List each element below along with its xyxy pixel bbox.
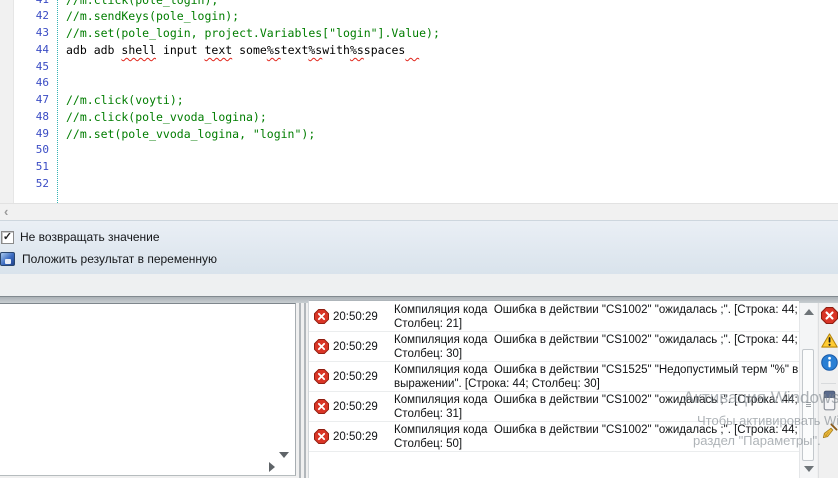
scroll-right-icon[interactable] [269,462,275,472]
code-text: //m.set(pole_login, project.Variables["l… [66,25,440,42]
code-line[interactable]: 52 [0,176,838,193]
error-log-list: 20:50:29 Компиляция кода Ошибка в действ… [308,300,799,478]
log-row[interactable]: 20:50:29 Компиляция кода Ошибка в действ… [309,422,799,452]
scroll-down-icon[interactable] [279,452,289,458]
code-editor[interactable]: 41 //m.click(pole_login); 42 //m.sendKeys(… [0,0,838,203]
code-line[interactable]: 48 //m.click(pole_vvoda_logina); [0,109,838,126]
line-number: 52 [13,176,53,193]
error-filter-icon[interactable] [821,307,838,324]
code-line[interactable]: 44 adb adb shell input text some%stext%sw… [0,42,838,59]
app-window: 41 //m.click(pole_login); 42 //m.sendKeys(… [0,0,838,478]
log-message: Компиляция кода Ошибка в действии "CS100… [394,334,794,361]
error-stop-icon [314,309,329,324]
line-number: 47 [13,92,53,109]
code-text: //m.click(voyti); [66,92,184,109]
vertical-splitter[interactable] [304,303,306,478]
log-time: 20:50:29 [333,401,378,413]
scroll-down-icon[interactable] [804,466,814,472]
editor-horizontal-scrollbar[interactable]: ‹ [0,203,838,220]
scroll-up-icon[interactable] [804,309,814,315]
log-time: 20:50:29 [333,341,378,353]
code-line[interactable]: 42 //m.sendKeys(pole_login); [0,8,838,25]
line-number: 48 [13,109,53,126]
bottom-left-content-panel[interactable] [0,303,296,476]
code-text: //m.sendKeys(pole_login); [66,8,239,25]
log-time: 20:50:29 [333,371,378,383]
clear-broom-icon[interactable] [821,421,838,442]
line-number: 45 [13,59,53,76]
warning-filter-icon[interactable] [821,332,838,349]
line-number: 44 [13,42,53,59]
option-no-return-value[interactable]: ✓ Не возвращать значение [0,229,160,245]
variable-icon [0,252,15,266]
error-stop-icon [314,339,329,354]
log-filter-toolbar [818,303,838,478]
line-number: 49 [13,126,53,143]
option-label: Не возвращать значение [20,230,160,244]
error-stop-icon [314,369,329,384]
log-time: 20:50:29 [333,311,378,323]
log-row[interactable]: 20:50:29 Компиляция кода Ошибка в действ… [309,362,799,392]
panel-footer-strip [0,274,838,296]
scrollbar-thumb[interactable] [802,349,814,461]
log-message: Компиляция кода Ошибка в действии "CS100… [394,394,794,421]
code-text: //m.click(pole_login); [66,0,218,8]
code-text: //m.set(pole_vvoda_logina, "login"); [66,126,315,143]
option-label: Положить результат в переменную [22,252,217,266]
code-line[interactable]: 41 //m.click(pole_login); [0,0,838,8]
code-line[interactable]: 51 [0,159,838,176]
line-number: 50 [13,142,53,159]
error-stop-icon [314,399,329,414]
log-row[interactable]: 20:50:29 Компиляция кода Ошибка в действ… [309,302,799,332]
error-stop-icon [314,429,329,444]
scroll-left-icon[interactable]: ‹ [4,204,8,219]
log-message: Компиляция кода Ошибка в действии "CS100… [394,424,794,451]
log-row[interactable]: 20:50:29 Компиляция кода Ошибка в действ… [309,332,799,362]
toolbar-separator [821,383,836,384]
log-row[interactable]: 20:50:29 Компиляция кода Ошибка в действ… [309,392,799,422]
eraser-icon[interactable] [821,390,838,411]
log-message: Компиляция кода Ошибка в действии "CS100… [394,304,794,331]
action-options-panel: ✓ Не возвращать значение Положить резуль… [0,220,838,275]
code-line[interactable]: 46 [0,75,838,92]
gutter-separator [57,0,58,203]
code-line[interactable]: 50 [0,142,838,159]
vertical-splitter[interactable] [299,303,301,478]
code-line[interactable]: 49 //m.set(pole_vvoda_logina, "login"); [0,126,838,143]
line-number: 51 [13,159,53,176]
line-number: 43 [13,25,53,42]
code-text-44: adb adb shell input text some%stext%swit… [66,42,419,59]
line-number: 42 [13,8,53,25]
log-vertical-scrollbar[interactable] [799,303,817,478]
option-store-result[interactable]: Положить результат в переменную [0,251,217,267]
info-filter-icon[interactable] [821,354,838,371]
code-line[interactable]: 43 //m.set(pole_login, project.Variables[… [0,25,838,42]
line-number: 41 [13,0,53,8]
checkbox-checked-icon[interactable]: ✓ [1,231,14,244]
code-line[interactable]: 47 //m.click(voyti); [0,92,838,109]
code-line[interactable]: 45 [0,59,838,76]
log-message: Компиляция кода Ошибка в действии "CS152… [394,364,794,391]
line-number: 46 [13,75,53,92]
code-text: //m.click(pole_vvoda_logina); [66,109,267,126]
log-time: 20:50:29 [333,431,378,443]
thumb-grip [806,402,811,407]
